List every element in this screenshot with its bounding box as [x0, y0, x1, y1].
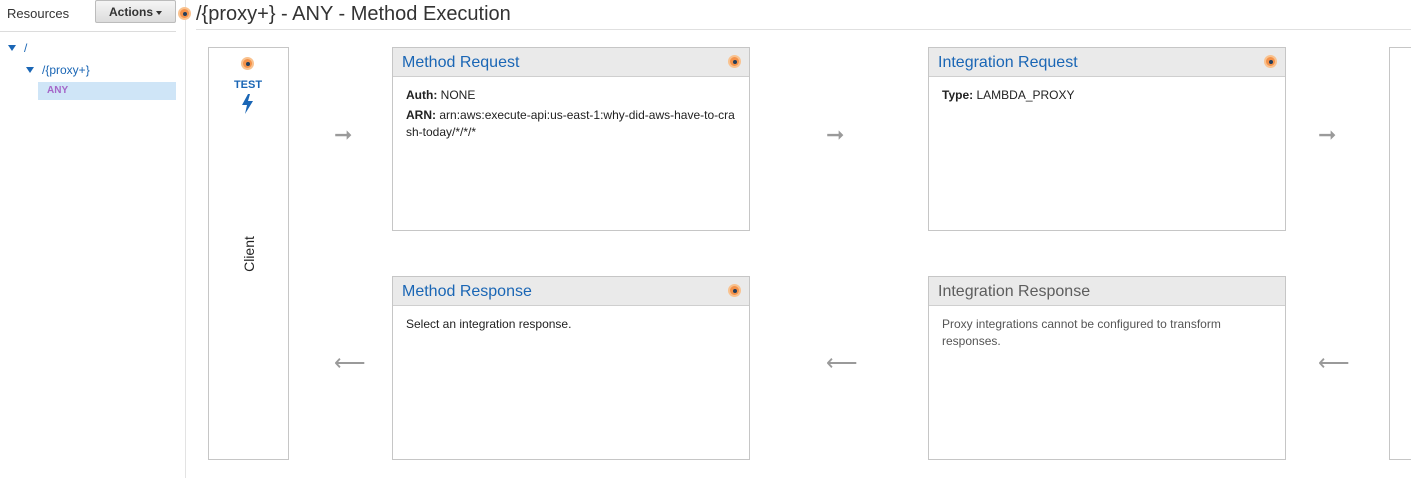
tree-item-label: /{proxy+} [42, 63, 90, 77]
tree-item-label: / [24, 41, 28, 55]
arrow-right-icon: ➞ [1318, 122, 1337, 147]
auth-key: Auth: [406, 88, 438, 102]
integration-response-card: Integration Response Proxy integrations … [928, 276, 1286, 460]
arrow-left-icon: ⟵ [1318, 350, 1350, 375]
caret-down-icon [8, 45, 16, 51]
auth-value: NONE [440, 88, 476, 102]
page-title: /{proxy+} - ANY - Method Execution [196, 3, 511, 25]
arrow-right-icon: ➞ [826, 122, 845, 147]
arrow-left-icon: ⟵ [826, 350, 858, 375]
status-dot-icon[interactable] [1264, 55, 1277, 68]
method-response-header[interactable]: Method Response [393, 277, 749, 306]
method-request-card: Method Request Auth: NONE ARN: arn:aws:e… [392, 47, 750, 231]
method-response-card: Method Response Select an integration re… [392, 276, 750, 460]
caret-down-icon [26, 67, 34, 73]
client-label: Client [241, 236, 257, 272]
method-request-title[interactable]: Method Request [402, 54, 519, 71]
auth-row: Auth: NONE [406, 87, 736, 104]
arn-value: arn:aws:execute-api:us-east-1:why-did-aw… [406, 108, 735, 139]
integration-request-card: Integration Request Type: LAMBDA_PROXY [928, 47, 1286, 231]
status-dot-icon[interactable] [178, 7, 191, 20]
integration-request-header[interactable]: Integration Request [929, 48, 1285, 77]
method-response-body: Select an integration response. [393, 306, 749, 343]
actions-label: Actions [108, 4, 153, 19]
integration-request-title[interactable]: Integration Request [938, 54, 1078, 71]
method-request-header[interactable]: Method Request [393, 48, 749, 77]
type-key: Type: [942, 88, 974, 102]
method-request-body: Auth: NONE ARN: arn:aws:execute-api:us-e… [393, 77, 749, 154]
lightning-bolt-icon[interactable] [241, 94, 254, 114]
resources-label: Resources [7, 6, 70, 21]
divider [196, 29, 1411, 30]
arn-row: ARN: arn:aws:execute-api:us-east-1:why-d… [406, 107, 736, 141]
resources-panel: Resources Actions / /{proxy+} ANY [0, 0, 186, 478]
type-value: LAMBDA_PROXY [976, 88, 1075, 102]
actions-dropdown-button[interactable]: Actions [95, 0, 176, 23]
integration-response-title: Integration Response [938, 283, 1091, 300]
method-response-text: Select an integration response. [406, 317, 572, 331]
tree-item-any-method[interactable]: ANY [38, 82, 176, 100]
tree-item-proxy[interactable]: /{proxy+} [26, 63, 90, 77]
test-button[interactable]: TEST [233, 79, 263, 91]
arrow-left-icon: ⟵ [334, 350, 366, 375]
integration-response-body: Proxy integrations cannot be configured … [929, 306, 1285, 360]
method-response-title[interactable]: Method Response [402, 283, 532, 300]
integration-request-body: Type: LAMBDA_PROXY [929, 77, 1285, 117]
caret-down-icon [156, 10, 162, 15]
type-row: Type: LAMBDA_PROXY [942, 87, 1272, 104]
status-dot-icon[interactable] [241, 57, 254, 70]
status-dot-icon[interactable] [728, 55, 741, 68]
divider [0, 31, 176, 32]
integration-response-text: Proxy integrations cannot be configured … [942, 317, 1221, 348]
tree-item-root[interactable]: / [8, 41, 27, 55]
arrow-right-icon: ➞ [334, 122, 353, 147]
integration-response-header: Integration Response [929, 277, 1285, 306]
status-dot-icon[interactable] [728, 284, 741, 297]
arn-key: ARN: [406, 108, 436, 122]
lambda-endpoint-panel [1389, 47, 1411, 460]
